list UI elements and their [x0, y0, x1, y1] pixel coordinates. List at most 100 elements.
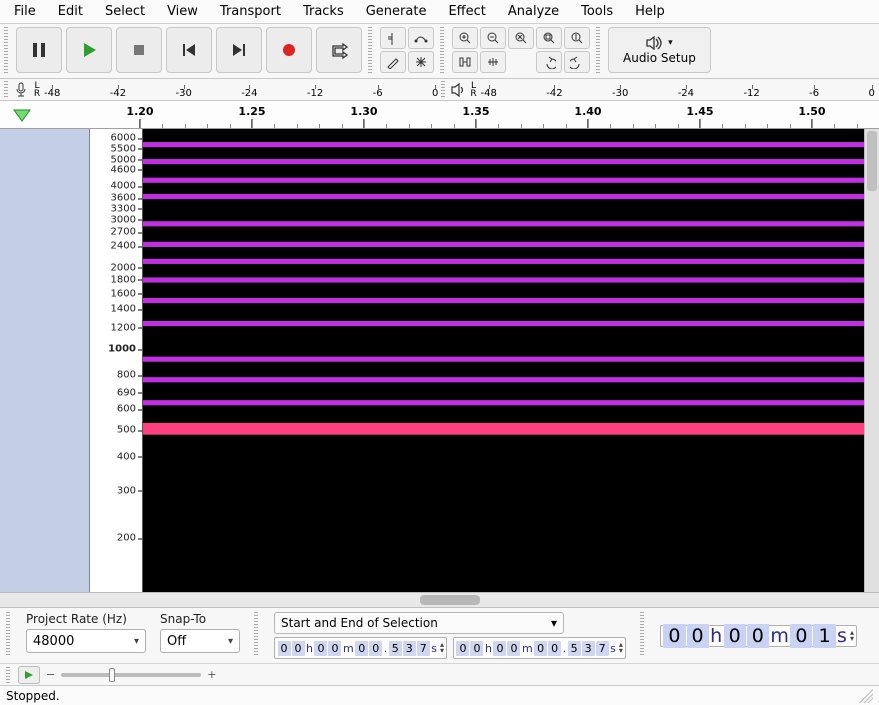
toolbar-handle[interactable] — [596, 27, 600, 75]
ruler-major-tick: 1.20 — [126, 105, 153, 128]
freq-label: 4000 — [111, 181, 136, 192]
meters-bar: LR -48-42-30-24-12-60 LR -48-42-30-24-12… — [0, 79, 879, 101]
ruler-major-tick: 1.35 — [462, 105, 489, 128]
db-tick: -24 — [241, 88, 257, 99]
toolbar-handle[interactable] — [441, 81, 445, 99]
play-button[interactable] — [66, 27, 112, 73]
toolbar-handle[interactable] — [4, 27, 8, 75]
zoom-in-button[interactable] — [452, 27, 478, 49]
selection-end-time[interactable]: 00h00m00.537s▴▾ — [453, 637, 626, 659]
menu-transport[interactable]: Transport — [210, 2, 291, 21]
redo-button[interactable] — [564, 51, 590, 73]
menu-help[interactable]: Help — [625, 2, 675, 21]
fit-project-icon — [542, 31, 556, 45]
toolbar-handle[interactable] — [368, 27, 372, 75]
db-tick: -42 — [110, 88, 126, 99]
skip-start-icon — [179, 40, 199, 60]
project-rate-combo[interactable]: 48000 ▾ — [26, 629, 146, 653]
speed-minus-label: − — [46, 668, 55, 681]
toolbar-handle[interactable] — [254, 612, 258, 656]
silence-button[interactable] — [480, 51, 506, 73]
ruler-major-tick: 1.25 — [238, 105, 265, 128]
play-at-speed-button[interactable] — [18, 666, 40, 684]
track-control-panel[interactable] — [0, 129, 90, 592]
multi-tool-button[interactable] — [408, 51, 434, 73]
menu-tools[interactable]: Tools — [571, 2, 623, 21]
audio-setup-label: Audio Setup — [623, 51, 696, 65]
project-rate-value: 48000 — [33, 634, 74, 649]
selection-mode-combo[interactable]: Start and End of Selection ▾ — [274, 612, 564, 634]
db-tick: 0 — [432, 88, 438, 99]
frequency-scale: 6000550050004600400036003300300027002400… — [90, 129, 143, 592]
menu-file[interactable]: File — [4, 2, 46, 21]
pause-icon — [29, 40, 49, 60]
record-button[interactable] — [266, 27, 312, 73]
toolbar-handle[interactable] — [640, 612, 644, 656]
menu-tracks[interactable]: Tracks — [293, 2, 354, 21]
chevron-down-icon: ▾ — [668, 38, 673, 48]
playback-meter[interactable]: -48-42-30-24-12-60 — [481, 81, 876, 99]
toolbar-handle[interactable] — [6, 612, 10, 656]
undo-button[interactable] — [536, 51, 562, 73]
menu-generate[interactable]: Generate — [356, 2, 437, 21]
skip-start-button[interactable] — [166, 27, 212, 73]
freq-label: 690 — [117, 387, 136, 398]
zoom-out-button[interactable] — [480, 27, 506, 49]
freq-label: 1600 — [111, 288, 136, 299]
audio-setup-button[interactable]: ▾ Audio Setup — [608, 27, 711, 73]
menu-analyze[interactable]: Analyze — [498, 2, 569, 21]
undo-icon — [542, 55, 556, 69]
trim-button[interactable] — [452, 51, 478, 73]
timeline-ruler[interactable]: 1.201.251.301.351.401.451.50 — [0, 101, 879, 129]
fit-project-button[interactable] — [536, 27, 562, 49]
ruler-major-tick: 1.40 — [574, 105, 601, 128]
playback-speed-slider[interactable] — [61, 673, 201, 677]
chevron-down-icon: ▾ — [551, 616, 557, 630]
freq-label: 3300 — [111, 203, 136, 214]
draw-tool-button[interactable] — [380, 51, 406, 73]
menu-select[interactable]: Select — [95, 2, 155, 21]
freq-label: 200 — [117, 533, 136, 544]
fit-selection-button[interactable] — [508, 27, 534, 49]
envelope-tool-button[interactable] — [408, 27, 434, 49]
db-tick: -30 — [175, 88, 191, 99]
db-tick: -30 — [612, 88, 628, 99]
spectrogram-view[interactable] — [143, 129, 879, 592]
speaker-icon[interactable] — [449, 83, 467, 97]
multi-tool-icon — [414, 55, 428, 69]
selection-tool-button[interactable] — [380, 27, 406, 49]
freq-label: 2400 — [111, 241, 136, 252]
stop-button[interactable] — [116, 27, 162, 73]
resize-grip-icon[interactable] — [859, 689, 873, 703]
selection-start-time[interactable]: 00h00m00.537s▴▾ — [274, 637, 447, 659]
microphone-icon[interactable] — [12, 82, 30, 98]
menu-view[interactable]: View — [157, 2, 208, 21]
transport-group — [16, 27, 362, 73]
freq-label: 2000 — [111, 262, 136, 273]
db-tick: -6 — [373, 88, 383, 99]
pause-button[interactable] — [16, 27, 62, 73]
menu-edit[interactable]: Edit — [48, 2, 93, 21]
snap-to-combo[interactable]: Off ▾ — [160, 629, 240, 653]
project-rate-label: Project Rate (Hz) — [26, 612, 146, 626]
status-text: Stopped. — [6, 689, 60, 703]
menu-effect[interactable]: Effect — [438, 2, 495, 21]
tools-group — [380, 27, 434, 73]
play-icon — [79, 40, 99, 60]
zoom-in-icon — [458, 31, 472, 45]
toolbar-handle[interactable] — [440, 27, 444, 75]
loop-button[interactable] — [316, 27, 362, 73]
skip-end-button[interactable] — [216, 27, 262, 73]
zoom-toggle-button[interactable] — [564, 27, 590, 49]
toolbar-handle[interactable] — [6, 667, 10, 683]
chevron-down-icon: ▾ — [228, 636, 233, 647]
toolbars: ▾ Audio Setup — [0, 24, 879, 79]
recording-meter[interactable]: -48-42-30-24-12-60 — [44, 81, 439, 99]
speed-plus-label: + — [207, 668, 216, 681]
ruler-major-tick: 1.30 — [350, 105, 377, 128]
toolbar-handle[interactable] — [4, 81, 8, 99]
horizontal-scrollbar[interactable] — [0, 592, 879, 607]
freq-label: 1400 — [111, 304, 136, 315]
vertical-scrollbar[interactable] — [864, 129, 879, 592]
audio-position-time[interactable]: 00h00m01s▴▾ — [660, 625, 857, 647]
